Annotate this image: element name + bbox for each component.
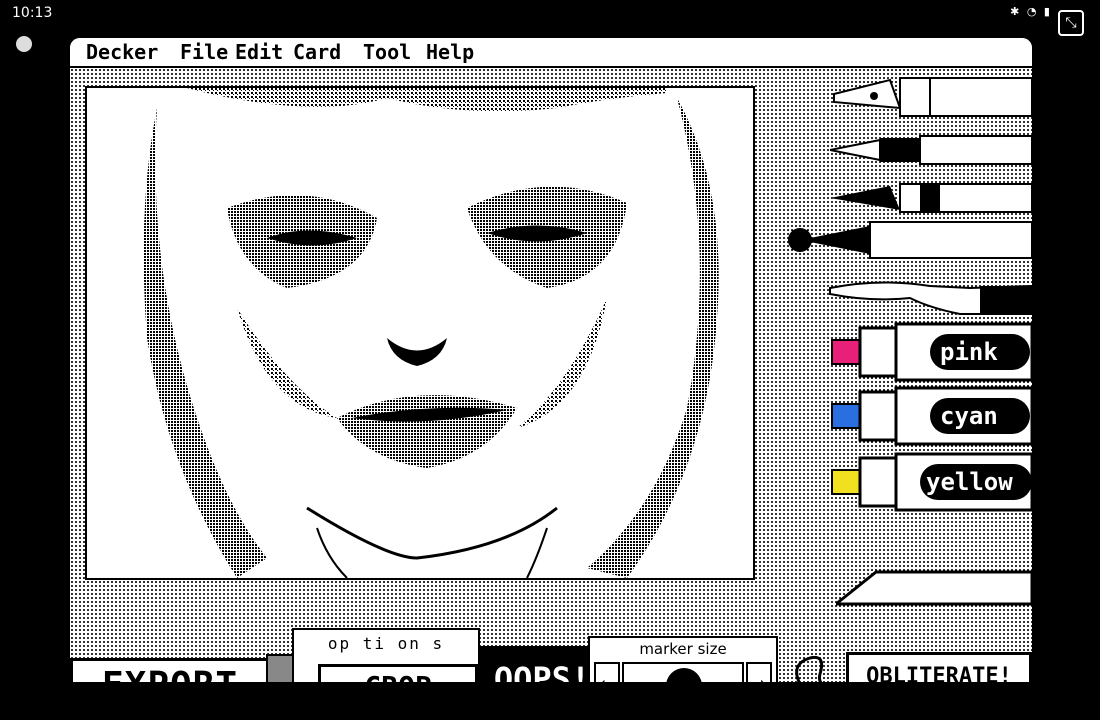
obliterate-button[interactable]: OBLITERATE! [846,652,1032,682]
export-button[interactable]: EXPORT [70,658,270,682]
size-increase-button[interactable]: ⇨ [746,662,772,682]
marker-size-label: marker size [639,640,727,658]
eraser-icon[interactable] [836,568,1032,608]
cyan-marker[interactable]: cyan [830,384,1032,446]
pink-marker-tip [831,339,861,365]
crop-button[interactable]: CROP [318,664,478,682]
brush-pen-icon[interactable] [830,178,1032,218]
size-decrease-button[interactable]: ⇦ [594,662,620,682]
marker-label-cyan: cyan [940,402,998,430]
status-icons: ✱ ◔ ▮ [1010,5,1052,18]
face-drawing [143,88,719,578]
menu-tool[interactable]: Tool [363,40,411,64]
menu-file[interactable]: File [180,40,228,64]
options-label: op ti on s [327,634,445,653]
status-time: 10:13 [12,5,53,21]
menu-edit[interactable]: Edit [235,40,283,64]
decker-window: Decker File Edit Card Tool Help pink cya… [70,38,1032,682]
brush-size-dot-icon [666,668,702,682]
marker-size-control: marker size ⇦ ⇨ [588,636,778,682]
marker-label-pink: pink [940,338,998,366]
drawing-canvas[interactable] [85,86,755,580]
technical-pen-icon[interactable] [830,132,1032,168]
menu-card[interactable]: Card [293,40,341,64]
menu-bar: Decker File Edit Card Tool Help [70,38,1032,68]
marker-label-yellow: yellow [926,468,1013,496]
yellow-marker[interactable]: yellow [830,450,1032,512]
paint-brush-icon[interactable] [780,216,1032,266]
fullscreen-exit-icon[interactable]: ⤡ [1058,10,1084,36]
pink-marker[interactable]: pink [830,320,1032,382]
fountain-pen-icon[interactable] [830,72,1032,124]
undo-button[interactable]: OOPS! [480,646,604,682]
menu-decker[interactable]: Decker [86,40,158,64]
smudge-finger-icon[interactable] [790,268,1032,318]
crank-icon [795,655,824,682]
system-indicator-dot [16,36,32,52]
marker-size-preview [622,662,744,682]
card-workspace: pink cyan yellow EXPORT op ti on s CROP … [70,68,1032,682]
menu-help[interactable]: Help [426,40,474,64]
